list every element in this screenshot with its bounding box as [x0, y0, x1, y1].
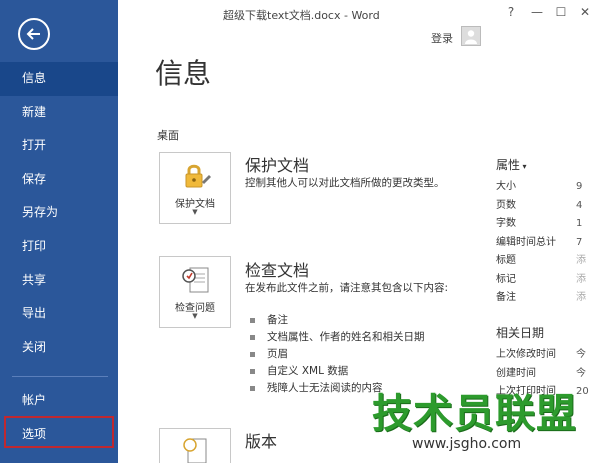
related-dates-header: 相关日期 — [496, 326, 545, 340]
back-arrow-icon — [26, 28, 40, 40]
versions-icon — [183, 438, 207, 463]
nav-share[interactable]: 共享 — [0, 264, 118, 298]
chevron-down-icon: ▼ — [192, 312, 198, 320]
property-row: 字数 1 — [496, 218, 583, 229]
lock-icon — [185, 164, 211, 188]
inspect-title: 检查文档 — [245, 261, 310, 280]
backstage-nav-bottom: 帐户 选项 — [0, 384, 118, 448]
property-row[interactable]: 标记添 — [496, 271, 601, 290]
page-title: 信息 — [155, 57, 212, 90]
properties-dropdown[interactable]: 属性 ▾ — [496, 156, 527, 173]
property-row: 页数 4 — [496, 199, 583, 211]
nav-save[interactable]: 保存 — [0, 163, 118, 197]
manage-versions-button[interactable] — [159, 428, 231, 463]
nav-info[interactable]: 信息 — [0, 62, 118, 96]
watermark: 技术员联盟 www.jsgho.com — [372, 392, 577, 452]
inspect-document-icon — [182, 267, 209, 293]
nav-close[interactable]: 关闭 — [0, 331, 118, 365]
nav-open[interactable]: 打开 — [0, 129, 118, 163]
versions-title: 版本 — [245, 432, 278, 451]
nav-print[interactable]: 打印 — [0, 230, 118, 264]
date-row: 创建时间今 — [496, 367, 586, 379]
watermark-url: www.jsgho.com — [412, 436, 522, 452]
avatar[interactable] — [461, 26, 481, 46]
property-row: 大小 9 — [496, 181, 583, 192]
nav-account[interactable]: 帐户 — [0, 384, 118, 416]
chevron-down-icon: ▾ — [520, 162, 527, 171]
window-title: 超级下载text文档.docx - Word — [223, 9, 380, 22]
back-button[interactable] — [18, 18, 50, 50]
backstage-sidebar: 信息 新建 打开 保存 另存为 打印 共享 导出 关闭 帐户 选项 — [0, 0, 118, 463]
close-button[interactable]: ✕ — [576, 5, 594, 19]
protect-document-button[interactable]: 保护文档 ▼ — [159, 152, 231, 224]
check-issues-button[interactable]: 检查问题 ▼ — [159, 256, 231, 328]
watermark-logo: 技术员联盟 — [372, 391, 577, 437]
property-row: 编辑时间总计 7 — [496, 236, 583, 248]
list-item: 自定义 XML 数据 — [250, 363, 480, 380]
chevron-down-icon: ▼ — [192, 208, 198, 216]
help-button[interactable]: ? — [502, 5, 520, 19]
inspect-bullet-list: 备注 文档属性、作者的姓名和相关日期 页眉 自定义 XML 数据 残障人士无法阅… — [250, 312, 480, 397]
protect-desc: 控制其他人可以对此文档所做的更改类型。 — [245, 177, 445, 189]
nav-save-as[interactable]: 另存为 — [0, 196, 118, 230]
list-item: 页眉 — [250, 346, 480, 363]
nav-export[interactable]: 导出 — [0, 297, 118, 331]
minimize-button[interactable]: — — [528, 5, 546, 19]
list-item: 文档属性、作者的姓名和相关日期 — [250, 329, 480, 346]
signin-link[interactable]: 登录 — [431, 30, 453, 46]
title-bar: 超级下载text文档.docx - Word ? — ☐ ✕ — [118, 0, 601, 28]
property-row[interactable]: 备注添 — [496, 289, 601, 308]
backstage-nav: 信息 新建 打开 保存 另存为 打印 共享 导出 关闭 — [0, 62, 118, 364]
inspect-desc: 在发布此文件之前，请注意其包含以下内容: — [245, 282, 449, 294]
file-location: 桌面 — [157, 129, 179, 142]
nav-options[interactable]: 选项 — [4, 416, 114, 448]
list-item: 备注 — [250, 312, 480, 329]
property-row[interactable]: 标题添 — [496, 252, 601, 271]
user-icon — [465, 30, 477, 44]
nav-new[interactable]: 新建 — [0, 96, 118, 130]
restore-button[interactable]: ☐ — [552, 5, 570, 19]
nav-divider — [12, 376, 108, 377]
protect-title: 保护文档 — [245, 156, 310, 175]
date-row: 上次修改时间今 — [496, 349, 586, 360]
properties-list: 大小 9 页数 4 字数 1 编辑时间总计 7 标题添 标记添 备注添 — [496, 178, 601, 308]
